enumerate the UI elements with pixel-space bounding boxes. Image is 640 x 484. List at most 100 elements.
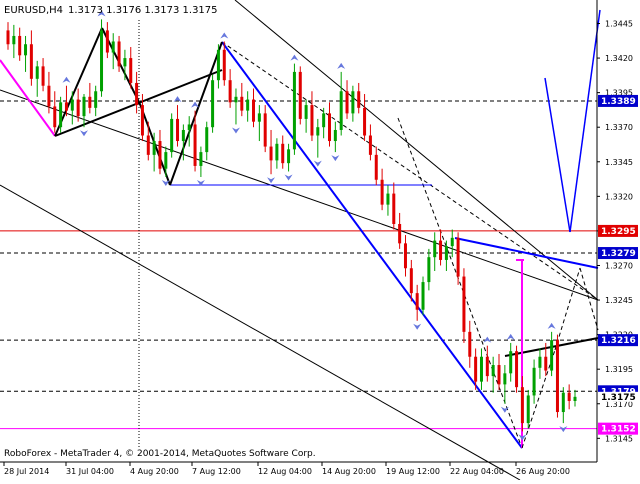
x-tick-label: 14 Aug 20:00 bbox=[322, 467, 376, 476]
candle-body bbox=[47, 85, 51, 107]
candle-body bbox=[509, 351, 513, 374]
candle-body bbox=[6, 30, 10, 45]
candle-body bbox=[550, 340, 554, 371]
candle-body bbox=[474, 356, 478, 382]
candle-body bbox=[29, 44, 33, 79]
y-tick-label: 1.3370 bbox=[605, 123, 633, 132]
candle-body bbox=[392, 193, 396, 224]
candle-body bbox=[450, 237, 454, 247]
y-tick-label: 1.3420 bbox=[605, 54, 633, 63]
candle-body bbox=[403, 243, 407, 269]
chart-symbol-header: EURUSD,H4 1.3173 1.3176 1.3173 1.3175 bbox=[4, 5, 218, 16]
candle-body bbox=[310, 105, 314, 136]
candle-body bbox=[164, 152, 168, 169]
candle-body bbox=[59, 102, 63, 128]
candle-body bbox=[228, 80, 232, 103]
candle-body bbox=[211, 80, 215, 128]
x-tick-label: 19 Aug 12:00 bbox=[386, 467, 440, 476]
candle-body bbox=[64, 102, 68, 111]
candle-body bbox=[333, 129, 337, 142]
candle-body bbox=[439, 240, 443, 260]
x-tick-label: 4 Aug 20:00 bbox=[130, 467, 179, 476]
candle-body bbox=[555, 340, 559, 413]
candle-body bbox=[497, 365, 501, 385]
candle-body bbox=[76, 99, 80, 117]
candle-body bbox=[444, 246, 448, 260]
candle-body bbox=[345, 91, 349, 114]
candle-body bbox=[292, 71, 296, 150]
candle-body bbox=[363, 107, 367, 136]
candle-body bbox=[88, 96, 92, 108]
candle-body bbox=[351, 91, 355, 114]
x-tick-label: 31 Jul 04:00 bbox=[66, 467, 114, 476]
candle-body bbox=[520, 387, 524, 424]
candle-body bbox=[409, 268, 413, 294]
candle-body bbox=[532, 367, 536, 396]
price-label: 1.3295 bbox=[601, 227, 636, 237]
candle-body bbox=[105, 30, 109, 53]
candle-body bbox=[415, 293, 419, 310]
y-tick-label: 1.3145 bbox=[605, 434, 633, 443]
footer-copyright: RoboForex - MetaTrader 4, © 2001-2014, M… bbox=[4, 449, 316, 459]
candle-body bbox=[234, 96, 238, 103]
candle-body bbox=[298, 71, 302, 119]
candle-body bbox=[456, 237, 460, 277]
candle-body bbox=[374, 154, 378, 180]
chart-window[interactable]: 1.3445 1.3420 1.3395 1.3370 1.3345 1.3320 1.32… bbox=[0, 0, 640, 481]
candle-body bbox=[193, 124, 197, 166]
candle-body bbox=[263, 113, 267, 147]
candle-body bbox=[53, 106, 57, 128]
candle-body bbox=[433, 240, 437, 258]
x-tick-label: 7 Aug 12:00 bbox=[192, 467, 241, 476]
candle-body bbox=[427, 257, 431, 283]
candle-body bbox=[170, 118, 174, 153]
y-tick-label: 1.3445 bbox=[605, 20, 633, 29]
candle-body bbox=[269, 146, 273, 161]
candle-body bbox=[12, 35, 16, 45]
candle-body bbox=[257, 113, 261, 122]
candle-body bbox=[561, 392, 565, 413]
price-chart[interactable]: 1.34451.34201.33951.33701.33451.33201.32… bbox=[0, 0, 640, 481]
candle-body bbox=[287, 149, 291, 164]
candle-body bbox=[158, 141, 162, 169]
candle-body bbox=[503, 373, 507, 385]
candle-body bbox=[135, 82, 139, 106]
candle-body bbox=[111, 41, 115, 53]
candle-body bbox=[181, 129, 185, 142]
candle-body bbox=[544, 356, 548, 371]
candle-body bbox=[479, 356, 483, 382]
candle-body bbox=[316, 127, 320, 136]
candle-body bbox=[462, 276, 466, 332]
candle-body bbox=[129, 58, 133, 83]
candle-body bbox=[70, 99, 74, 111]
candle-body bbox=[246, 99, 250, 111]
candle-body bbox=[187, 124, 191, 130]
candle-body bbox=[240, 96, 244, 111]
x-tick-label: 12 Aug 04:00 bbox=[258, 467, 312, 476]
candle-body bbox=[327, 113, 331, 142]
candle-body bbox=[152, 141, 156, 155]
current-price-label: 1.3175 bbox=[601, 393, 636, 403]
y-tick-label: 1.3270 bbox=[605, 261, 633, 270]
price-label: 1.3216 bbox=[601, 336, 636, 346]
candle-body bbox=[491, 365, 495, 377]
candle-body bbox=[176, 118, 180, 142]
candle-body bbox=[357, 91, 361, 108]
candle-body bbox=[94, 91, 98, 108]
candle-body bbox=[146, 135, 150, 155]
candle-body bbox=[573, 396, 577, 401]
candle-body bbox=[322, 113, 326, 128]
candle-body bbox=[567, 392, 571, 401]
candle-body bbox=[205, 127, 209, 153]
y-tick-label: 1.3245 bbox=[605, 296, 633, 305]
candle-body bbox=[421, 282, 425, 310]
candle-body bbox=[222, 49, 226, 81]
candle-body bbox=[386, 193, 390, 205]
candle-body bbox=[275, 143, 279, 161]
candle-body bbox=[526, 395, 530, 424]
candle-body bbox=[339, 91, 343, 130]
candle-body bbox=[123, 58, 127, 67]
candle-body bbox=[304, 105, 308, 119]
candle-body bbox=[140, 105, 144, 136]
candle-body bbox=[485, 356, 489, 377]
